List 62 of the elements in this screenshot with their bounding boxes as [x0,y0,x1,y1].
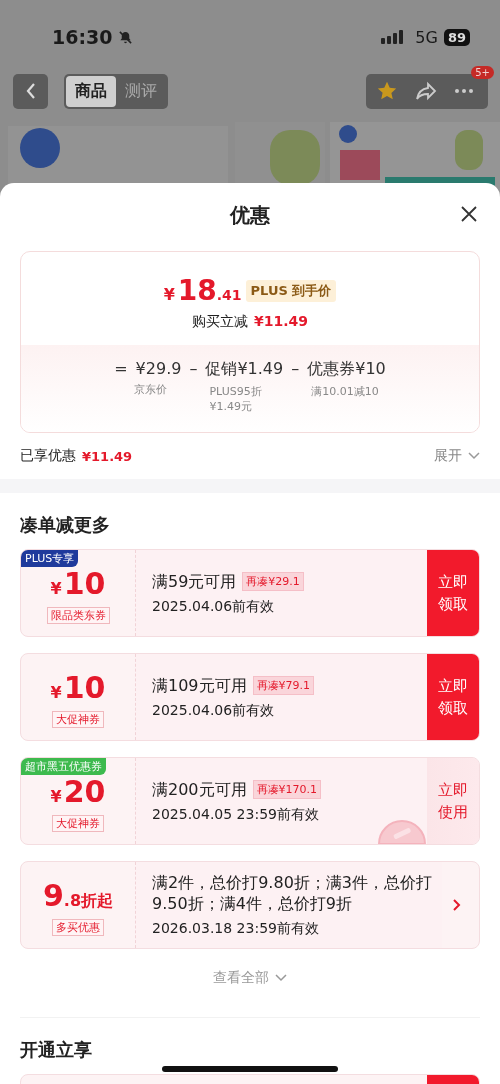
tab[interactable]: 商品 [66,75,116,107]
expand-button[interactable]: 展开 [434,447,480,465]
back-button[interactable] [13,73,48,109]
status-time: 16:30 [52,26,113,48]
coupon-tag: 多买优惠 [52,919,104,936]
breakdown-note: 满10.01减10 [311,384,380,399]
battery-level: 89 [443,28,470,46]
operator-sign: = [114,359,128,378]
coupon-value: ¥20 [50,776,106,811]
breakdown-note: ¥1.49元 [209,399,253,414]
chevron-right-icon[interactable] [452,898,461,912]
coupon-validity: 2026.03.18 23:59前有效 [152,920,320,938]
signal-icon [381,30,406,44]
saving-amount: ¥11.49 [254,313,308,331]
operator-sign: – [291,359,300,380]
claim-button[interactable]: 立即领取 [427,654,479,740]
shortfall-tag: 再凑¥29.1 [242,571,304,591]
coupon-value: 9.8折起 [42,880,114,915]
notification-badge: 5+ [471,65,494,79]
coupon-condition: 满200元可用 [152,778,247,800]
chevron-down-icon [275,974,287,982]
shortfall-tag: 再凑¥79.1 [252,675,315,695]
star-icon[interactable] [376,80,398,102]
coupon-value: ¥10 [50,568,106,603]
breakdown-value: 促销¥1.49 [205,359,284,380]
price-tag: PLUS 到手价 [245,279,337,302]
shortfall-tag: 再凑¥170.1 [252,779,322,799]
coupon-validity: 2025.04.06前有效 [152,701,276,720]
tab[interactable]: 测评 [116,75,166,107]
final-price: ¥18.41 [163,274,242,307]
coupon-validity: 2025.04.06前有效 [152,597,276,616]
saving-label: 购买立减 [192,313,248,331]
section-title: 开通立享 [20,1038,92,1062]
enjoyed-amount: ¥11.49 [82,448,133,464]
coupon-condition: 满59元可用 [152,570,237,592]
breakdown-value: 优惠券¥10 [307,359,386,380]
breakdown-note: PLUS95折 [209,384,263,399]
coupon-badge: 超市黑五优惠券 [21,758,106,775]
chevron-down-icon [468,452,480,460]
close-button[interactable] [460,205,478,223]
network-label: 5G [415,27,438,47]
enjoyed-label: 已享优惠 [20,447,76,465]
share-icon[interactable] [414,81,438,101]
claim-button[interactable]: 立即领取 [427,550,479,636]
coupon-condition: 满2件，总价打9.80折；满3件，总价打9.50折；满4件，总价打9折 [152,872,433,914]
coupon-value: ¥10 [50,672,106,707]
sheet-title: 优惠 [230,201,270,229]
coupon-condition: 满109元可用 [152,674,247,696]
coupon-validity: 2025.04.05 23:59前有效 [152,805,320,824]
section-title: 凑单减更多 [20,513,110,537]
bell-muted-icon [118,29,134,45]
breakdown-note: 京东价 [134,382,169,397]
use-button[interactable]: 立即使用 [427,758,479,844]
more-icon[interactable] [454,88,474,94]
coupon-tag: 限品类东券 [46,607,110,624]
breakdown-value: ¥29.9 [135,359,182,378]
view-all-button[interactable]: 查看全部 [213,965,287,1017]
coupon-badge: PLUS专享 [21,550,79,567]
chevron-left-icon [24,82,37,100]
operator-sign: – [189,359,198,380]
coupon-tag: 大促神券 [52,815,104,832]
coupon-tag: 大促神券 [52,711,104,728]
